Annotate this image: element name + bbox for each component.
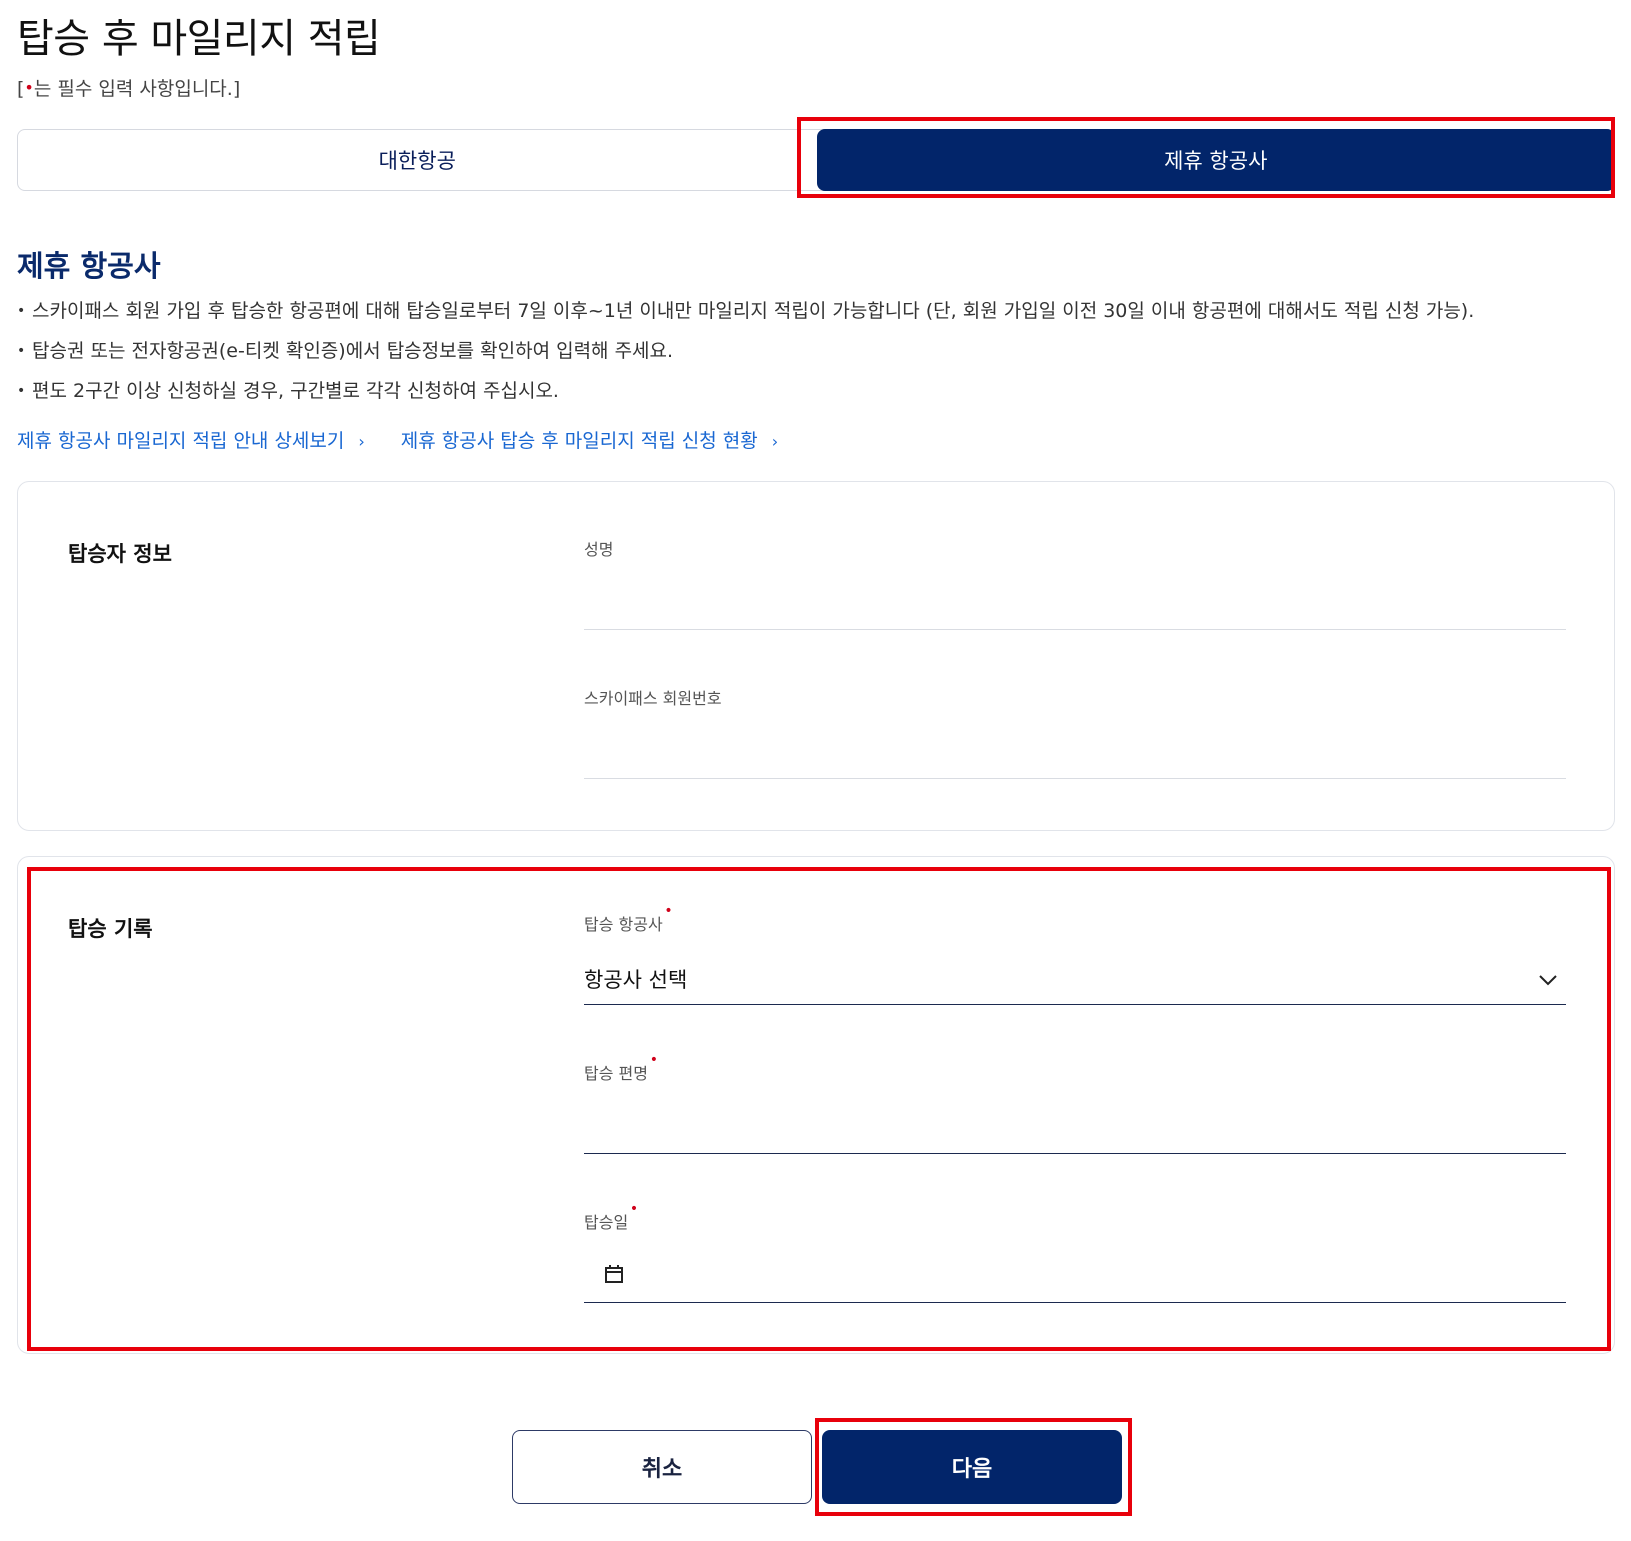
partner-mileage-status-link[interactable]: 제휴 항공사 탑승 후 마일리지 적립 신청 현황 › (401, 426, 778, 453)
calendar-icon[interactable] (604, 1264, 624, 1289)
flight-field-group: 탑승 편명 • (584, 1052, 1566, 1154)
airline-label: 탑승 항공사 • (584, 903, 673, 934)
cancel-button[interactable]: 취소 (512, 1430, 812, 1504)
required-dot-icon: • (24, 78, 34, 97)
flight-label: 탑승 편명 • (584, 1052, 658, 1083)
boarding-record-title: 탑승 기록 (68, 917, 153, 941)
tab-partner-airlines[interactable]: 제휴 항공사 (816, 129, 1615, 191)
boarding-record-card: 탑승 기록 탑승 항공사 • 항공사 선택 탑승 편명 • 탑승일 • (17, 856, 1615, 1354)
chevron-right-icon: › (358, 432, 365, 451)
airline-tabs: 대한항공 제휴 항공사 (17, 129, 1615, 191)
date-field-group: 탑승일 • (584, 1201, 1566, 1303)
name-field-group: 성명 (584, 536, 1566, 630)
passenger-info-card: 탑승자 정보 성명 스카이패스 회원번호 (17, 481, 1615, 831)
boarding-date-input[interactable] (584, 1251, 1566, 1303)
notes-list: 스카이패스 회원 가입 후 탑승한 항공편에 대해 탑승일로부터 7일 이후~1… (17, 295, 1474, 415)
required-dot-icon: • (629, 1201, 639, 1217)
list-item: 편도 2구간 이상 신청하실 경우, 구간별로 각각 신청하여 주십시오. (17, 375, 1474, 415)
list-item: 스카이패스 회원 가입 후 탑승한 항공편에 대해 탑승일로부터 7일 이후~1… (17, 295, 1474, 335)
passenger-info-title: 탑승자 정보 (68, 542, 172, 566)
name-label: 성명 (584, 540, 614, 559)
required-dot-icon: • (664, 903, 673, 919)
chevron-down-icon (1538, 967, 1558, 991)
name-input[interactable] (584, 578, 1566, 630)
info-links: 제휴 항공사 마일리지 적립 안내 상세보기 › 제휴 항공사 탑승 후 마일리지… (17, 426, 778, 453)
partner-mileage-guide-link[interactable]: 제휴 항공사 마일리지 적립 안내 상세보기 › (17, 426, 365, 453)
required-dot-icon: • (649, 1052, 658, 1068)
list-item: 탑승권 또는 전자항공권(e-티켓 확인증)에서 탑승정보를 확인하여 입력해 … (17, 335, 1474, 375)
flight-number-input[interactable] (584, 1102, 1566, 1154)
page-title: 탑승 후 마일리지 적립 (17, 16, 381, 62)
airline-field-group: 탑승 항공사 • 항공사 선택 (584, 903, 1566, 1005)
member-no-label: 스카이패스 회원번호 (584, 689, 722, 708)
airline-select[interactable]: 항공사 선택 (584, 953, 1566, 1005)
member-no-field-group: 스카이패스 회원번호 (584, 685, 1566, 779)
required-note: [•는 필수 입력 사항입니다.] (17, 78, 241, 100)
member-no-input[interactable] (584, 727, 1566, 779)
tab-korean-air[interactable]: 대한항공 (18, 130, 817, 190)
date-label: 탑승일 • (584, 1201, 639, 1232)
chevron-right-icon: › (771, 432, 779, 451)
section-title: 제휴 항공사 (17, 249, 161, 283)
next-button[interactable]: 다음 (822, 1430, 1122, 1504)
